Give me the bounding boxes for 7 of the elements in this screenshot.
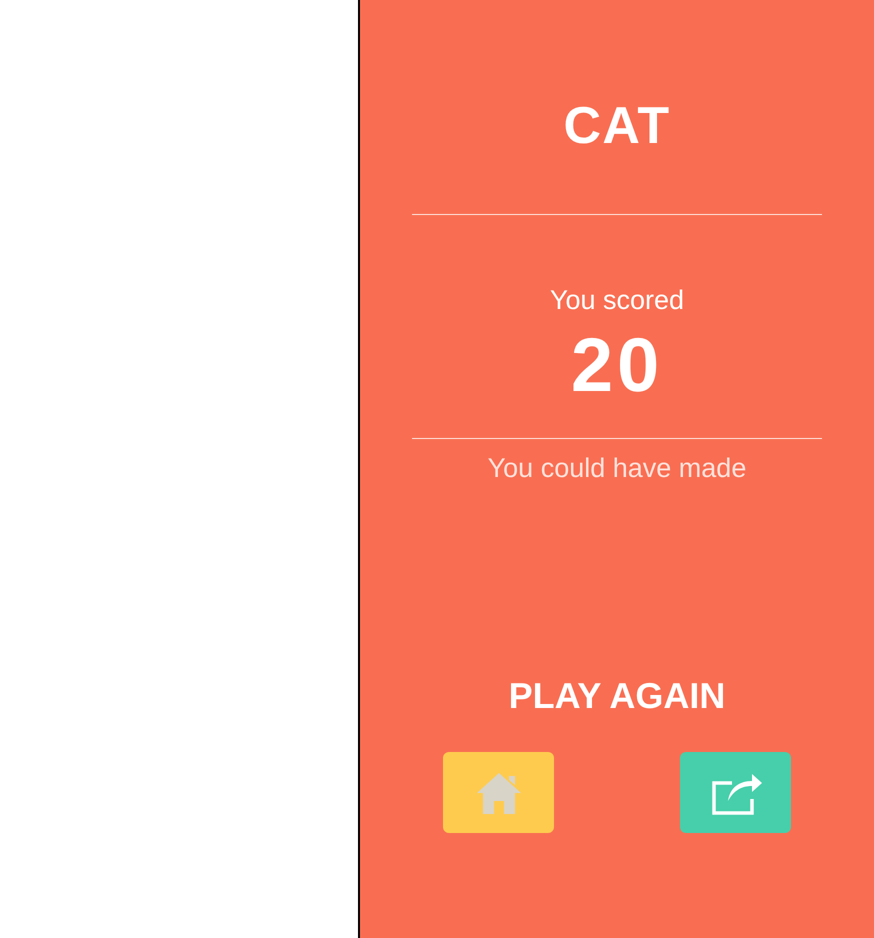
score-label: You scored: [550, 287, 684, 314]
share-button[interactable]: [680, 752, 791, 833]
home-button[interactable]: [443, 752, 554, 833]
game-title: CAT: [564, 100, 670, 152]
score-value: 20: [570, 328, 664, 404]
hint-text: You could have made: [488, 455, 746, 482]
play-again-button[interactable]: PLAY AGAIN: [508, 678, 726, 714]
